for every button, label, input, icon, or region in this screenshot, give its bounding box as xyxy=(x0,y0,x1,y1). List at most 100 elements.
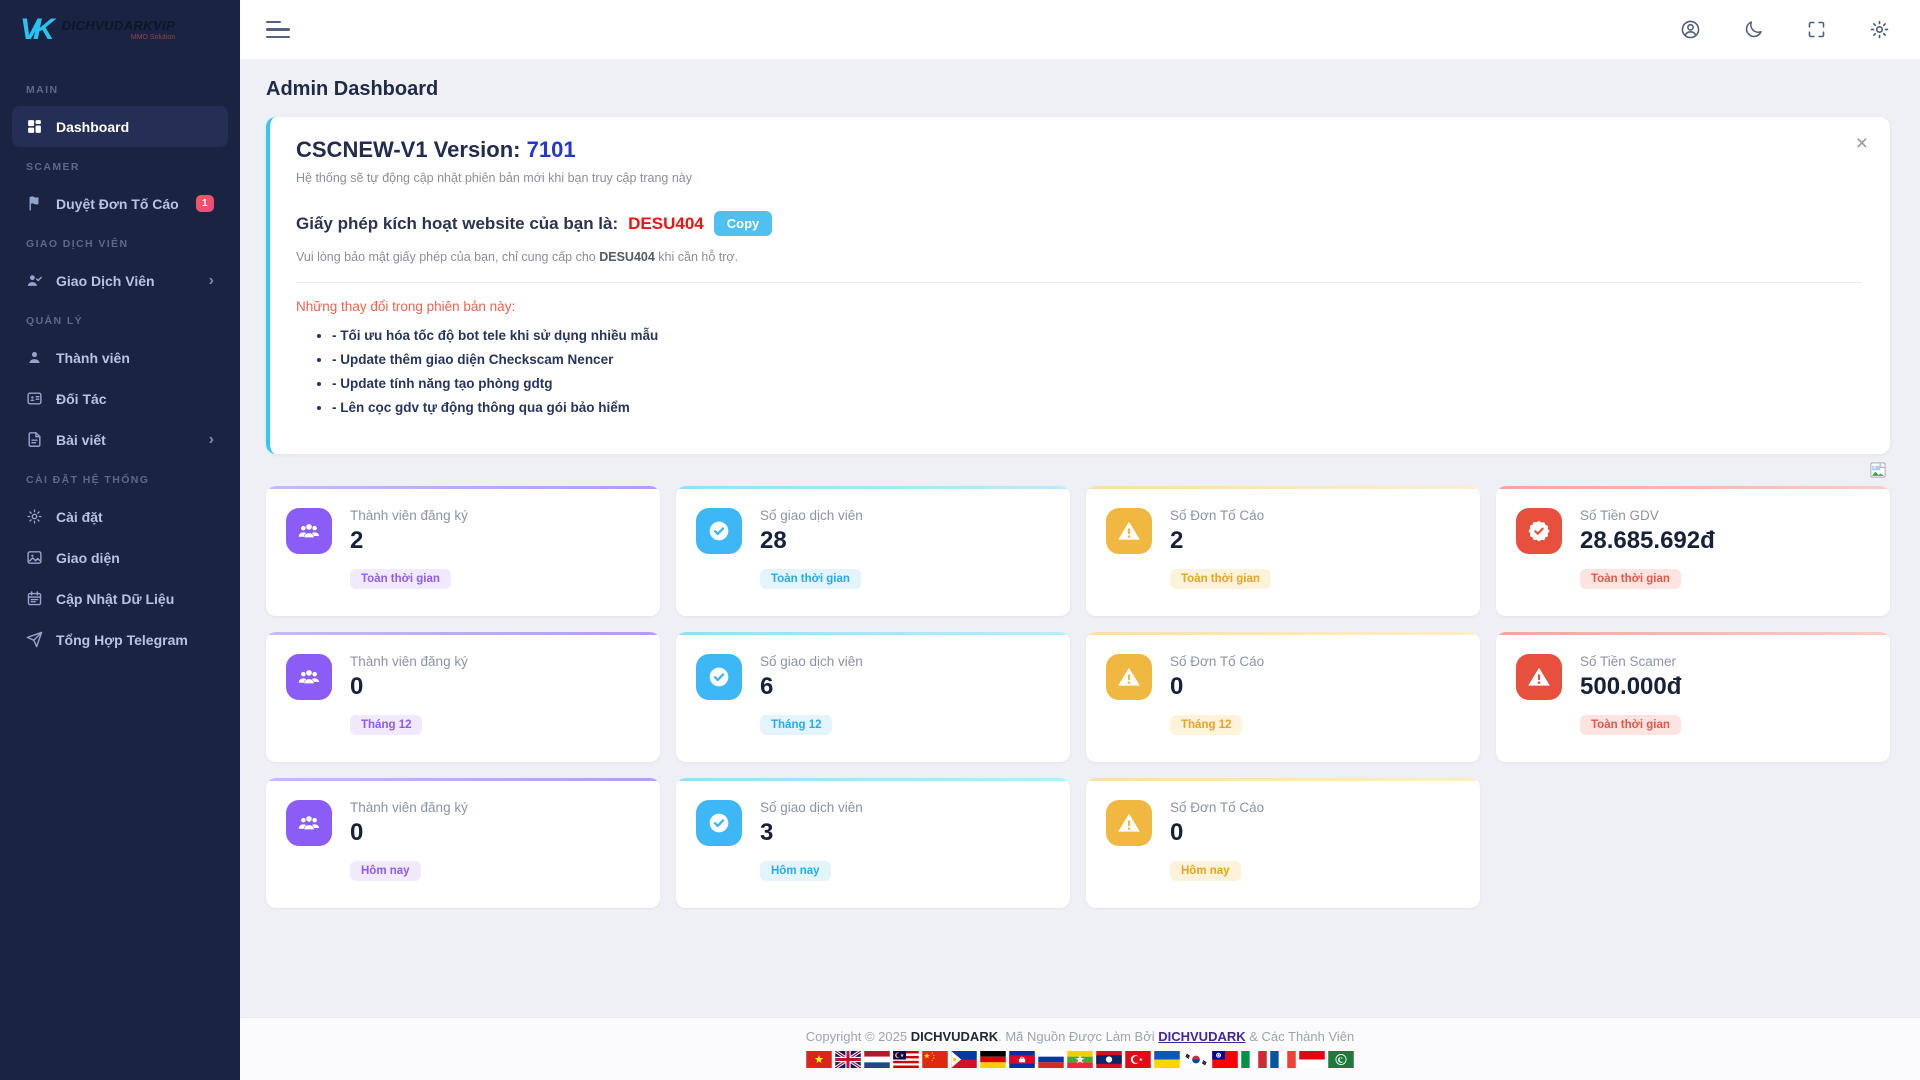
stat-period-badge: Toàn thời gian xyxy=(760,569,861,589)
changes-title: Những thay đổi trong phiên bản này: xyxy=(296,299,1862,314)
image-icon xyxy=(26,549,43,566)
brand-logo[interactable]: VK DICHVUDARKVIP MMO Solution xyxy=(0,0,240,60)
stat-card: Số Tiền GDV28.685.692đToàn thời gian xyxy=(1496,486,1890,616)
flag-france xyxy=(1270,1051,1296,1068)
chevron-right-icon: › xyxy=(209,273,214,289)
changelog-item: - Update thêm giao diện Checkscam Nencer xyxy=(332,352,1862,367)
license-label: Giấy phép kích hoạt website của bạn là: xyxy=(296,214,618,234)
warning-icon xyxy=(1106,654,1152,700)
stat-card: Số Đơn Tố Cáo0Tháng 12 xyxy=(1086,632,1480,762)
warning-icon xyxy=(1106,800,1152,846)
flag-philippines xyxy=(951,1051,977,1068)
license-code: DESU404 xyxy=(628,214,704,234)
moon-icon[interactable] xyxy=(1743,19,1764,40)
divider xyxy=(296,282,1862,283)
stat-label: Số Đơn Tố Cáo xyxy=(1170,508,1271,523)
stat-card-body: Số Tiền Scamer500.000đToàn thời gian xyxy=(1580,654,1681,735)
sidebar-item-giao-dich-vien[interactable]: Giao Dịch Viên › xyxy=(12,260,228,301)
check-circle-icon xyxy=(696,654,742,700)
topbar xyxy=(240,0,1920,60)
stat-card-body: Số Tiền GDV28.685.692đToàn thời gian xyxy=(1580,508,1715,589)
version-subtitle: Hệ thống sẽ tự động cập nhật phiên bản m… xyxy=(296,171,1862,185)
check-circle-icon xyxy=(696,508,742,554)
stat-label: Số Đơn Tố Cáo xyxy=(1170,800,1264,815)
version-title: CSCNEW-V1 Version: 7101 xyxy=(296,137,1862,163)
sidebar-item-label: Cập Nhật Dữ Liệu xyxy=(56,591,174,607)
stat-value: 2 xyxy=(1170,527,1271,555)
sidebar-section-label: MAIN xyxy=(12,70,228,106)
sidebar-item-tong-hop-telegram[interactable]: Tổng Hợp Telegram xyxy=(12,619,228,660)
sidebar-item-cai-dat[interactable]: Cài đặt xyxy=(12,496,228,537)
stat-card-body: Số Đơn Tố Cáo 2 Toàn thời gian xyxy=(1170,508,1271,589)
changelog-item: - Lên cọc gdv tự động thông qua gói bảo … xyxy=(332,400,1862,415)
brand-name: DICHVUDARK xyxy=(911,1029,998,1044)
calendar-icon xyxy=(26,590,43,607)
stat-period-badge: Toàn thời gian xyxy=(1580,569,1681,589)
flag-ukraine xyxy=(1154,1051,1180,1068)
sidebar-item-cap-nhat-du-lieu[interactable]: Cập Nhật Dữ Liệu xyxy=(12,578,228,619)
content-column: Admin Dashboard × CSCNEW-V1 Version: 710… xyxy=(240,0,1920,1080)
changelog-item: - Update tính năng tạo phòng gdtg xyxy=(332,376,1862,391)
page-title: Admin Dashboard xyxy=(266,78,1890,101)
stat-card-body: Số Đơn Tố Cáo0Tháng 12 xyxy=(1170,654,1264,735)
stat-card: Số Tiền Scamer500.000đToàn thời gian xyxy=(1496,632,1890,762)
gear-icon[interactable] xyxy=(1869,19,1890,40)
stat-label: Số Tiền Scamer xyxy=(1580,654,1681,669)
image-slot xyxy=(266,454,1890,486)
users-icon xyxy=(286,654,332,700)
flag-germany xyxy=(980,1051,1006,1068)
flag-myanmar xyxy=(1067,1051,1093,1068)
sidebar-item-label: Giao Dịch Viên xyxy=(56,273,155,289)
stat-value: 3 xyxy=(760,819,863,847)
sidebar-item-thanh-vien[interactable]: Thành viên xyxy=(12,337,228,378)
brand-link[interactable]: DICHVUDARK xyxy=(1158,1029,1245,1044)
flag-china xyxy=(922,1051,948,1068)
sidebar-item-giao-dien[interactable]: Giao diện xyxy=(12,537,228,578)
sidebar-item-label: Bài viết xyxy=(56,432,106,448)
stat-card: Thành viên đăng ký0Tháng 12 xyxy=(266,632,660,762)
flag-united-kingdom xyxy=(835,1051,861,1068)
stat-card: Số giao dịch viên6Tháng 12 xyxy=(676,632,1070,762)
sidebar-section-label: GIAO DỊCH VIÊN xyxy=(12,224,228,260)
user-icon xyxy=(26,349,43,366)
license-note: Vui lòng bảo mật giấy phép của bạn, chỉ … xyxy=(296,250,1862,264)
stat-value: 500.000đ xyxy=(1580,673,1681,701)
sidebar-item-duyet-don-to-cao[interactable]: Duyệt Đơn Tố Cáo1 xyxy=(12,183,228,224)
stat-card: Số Đơn Tố Cáo 2 Toàn thời gian xyxy=(1086,486,1480,616)
logo-mark: VK xyxy=(20,13,58,47)
user-circle-icon[interactable] xyxy=(1680,19,1701,40)
stat-period-badge: Hôm nay xyxy=(760,861,831,881)
sidebar: VK DICHVUDARKVIP MMO Solution MAIN Dashbo… xyxy=(0,0,240,1080)
user-check-icon xyxy=(26,272,43,289)
flag-netherlands xyxy=(864,1051,890,1068)
notification-badge: 1 xyxy=(196,195,214,212)
copy-button[interactable]: Copy xyxy=(714,211,773,236)
stat-label: Số giao dịch viên xyxy=(760,654,863,669)
stat-label: Số Đơn Tố Cáo xyxy=(1170,654,1264,669)
stat-label: Thành viên đăng ký xyxy=(350,654,468,669)
report-icon xyxy=(26,195,43,212)
stat-card-body: Số giao dịch viên3Hôm nay xyxy=(760,800,863,881)
close-icon[interactable]: × xyxy=(1856,133,1868,154)
sidebar-section-label: SCAMER xyxy=(12,147,228,183)
sidebar-item-dashboard[interactable]: Dashboard xyxy=(12,106,228,147)
sidebar-item-bai-viet[interactable]: Bài viết› xyxy=(12,419,228,460)
sidebar-item-doi-tac[interactable]: Đối Tác xyxy=(12,378,228,419)
sidebar-item-label: Dashboard xyxy=(56,119,129,135)
stat-card-body: Số giao dịch viên28Toàn thời gian xyxy=(760,508,863,589)
hamburger-menu-icon[interactable] xyxy=(266,21,290,38)
stat-period-badge: Hôm nay xyxy=(350,861,421,881)
license-row: Giấy phép kích hoạt website của bạn là: … xyxy=(296,211,1862,236)
sidebar-section-label: QUẢN LÝ xyxy=(12,301,228,337)
stat-value: 2 xyxy=(350,527,468,555)
sidebar-item-label: Đối Tác xyxy=(56,391,107,407)
flag-taiwan xyxy=(1212,1051,1238,1068)
broken-image-icon xyxy=(1868,460,1888,482)
topbar-actions xyxy=(1680,19,1890,40)
stat-period-badge: Toàn thời gian xyxy=(1170,569,1271,589)
sidebar-item-label: Cài đặt xyxy=(56,509,103,525)
flag-laos xyxy=(1096,1051,1122,1068)
fullscreen-icon[interactable] xyxy=(1806,19,1827,40)
stat-card-body: Số giao dịch viên6Tháng 12 xyxy=(760,654,863,735)
check-circle-icon xyxy=(696,800,742,846)
